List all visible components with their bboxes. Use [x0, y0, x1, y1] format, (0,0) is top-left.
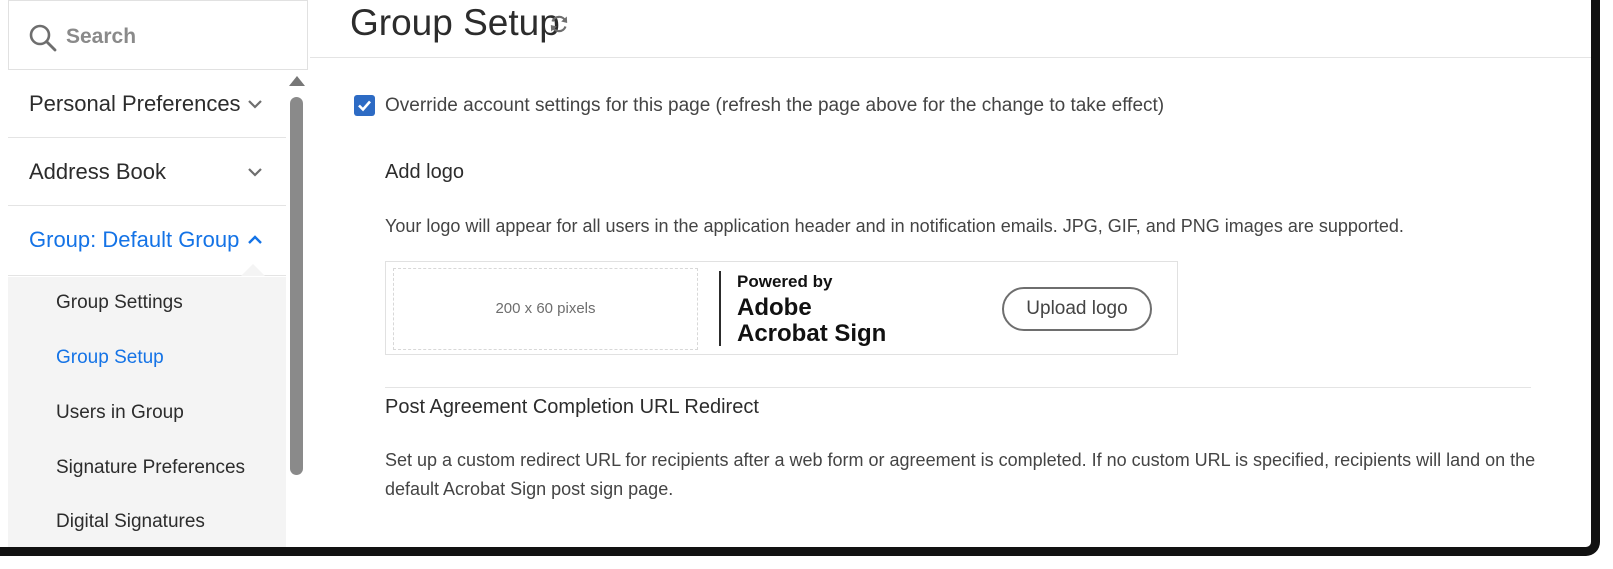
sidebar-item-label: Address Book: [29, 159, 166, 184]
chevron-down-icon: [248, 168, 262, 177]
page-title: Group Setup: [350, 2, 560, 43]
logo-size-hint: 200 x 60 pixels: [495, 300, 596, 317]
search-input[interactable]: Search: [66, 25, 136, 49]
brand-name-line1: Adobe: [737, 294, 812, 321]
sidebar-subitem-digital-signatures[interactable]: Digital Signatures: [56, 511, 205, 533]
chevron-down-icon: [248, 100, 262, 109]
sidebar-item-personal-preferences[interactable]: Personal Preferences: [8, 70, 286, 138]
main-content: Group Setup Override account settings fo…: [310, 0, 1591, 547]
refresh-icon[interactable]: [548, 13, 570, 35]
sidebar-subitem-users-in-group[interactable]: Users in Group: [56, 402, 184, 424]
window-frame: Search Personal Preferences Address Book…: [0, 0, 1600, 556]
logo-upload-panel: 200 x 60 pixels Powered by Adobe Acrobat…: [385, 261, 1178, 355]
redirect-heading: Post Agreement Completion URL Redirect: [385, 396, 759, 418]
sidebar-subnav: Group Settings Group Setup Users in Grou…: [8, 277, 286, 547]
sidebar-item-default-group[interactable]: Group: Default Group: [8, 206, 286, 276]
add-logo-heading: Add logo: [385, 161, 464, 183]
logo-divider: [719, 271, 721, 346]
search-icon: [29, 24, 57, 52]
sidebar-item-address-book[interactable]: Address Book: [8, 138, 286, 206]
brand-name-line2: Acrobat Sign: [737, 320, 887, 347]
section-divider: [385, 387, 1531, 388]
chevron-up-icon: [248, 235, 262, 244]
title-bar: Group Setup: [310, 0, 1591, 58]
logo-placeholder: 200 x 60 pixels: [393, 268, 698, 350]
sidebar-subitem-signature-preferences[interactable]: Signature Preferences: [56, 457, 245, 479]
active-notch: [241, 264, 265, 276]
powered-by-text: Powered by: [737, 272, 833, 291]
override-checkbox[interactable]: [354, 95, 375, 116]
sidebar-subitem-group-settings[interactable]: Group Settings: [56, 292, 183, 314]
upload-logo-button[interactable]: Upload logo: [1002, 287, 1152, 331]
sidebar-item-label: Personal Preferences: [29, 91, 241, 116]
sidebar-nav: Personal Preferences Address Book Group:…: [8, 70, 286, 276]
sidebar-subitem-group-setup[interactable]: Group Setup: [56, 347, 164, 369]
sidebar: Search Personal Preferences Address Book…: [8, 0, 308, 547]
scroll-up-arrow-icon[interactable]: [289, 76, 305, 86]
search-box[interactable]: Search: [8, 0, 308, 70]
checkmark-icon: [358, 100, 371, 112]
sidebar-item-label: Group: Default Group: [29, 227, 240, 252]
add-logo-description: Your logo will appear for all users in t…: [385, 216, 1404, 236]
scrollbar-thumb[interactable]: [290, 97, 303, 475]
override-label: Override account settings for this page …: [385, 95, 1165, 116]
redirect-description: Set up a custom redirect URL for recipie…: [385, 450, 1536, 499]
